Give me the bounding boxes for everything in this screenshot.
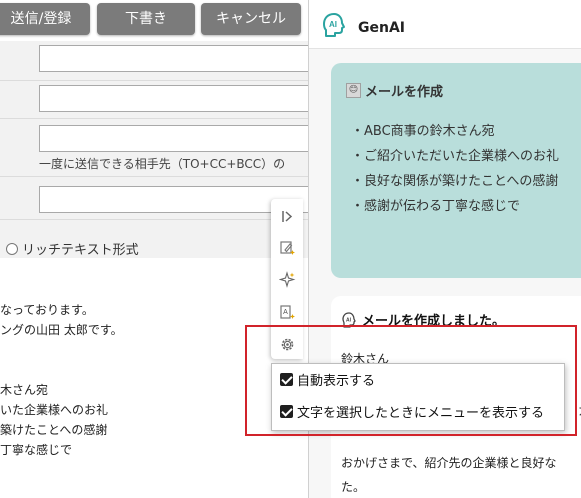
prompt-title-text: メールを作成 [365, 85, 444, 100]
ai-icon-text: AI [346, 317, 352, 323]
ai-head-logo-icon: AI [323, 13, 345, 37]
cc-field[interactable] [39, 85, 319, 112]
email-body-line: 築けたことへの感謝 [0, 423, 108, 437]
prompt-bullet: ・良好な関係が築けたことへの感謝 [351, 174, 559, 189]
email-body-line [0, 340, 123, 360]
settings-menu: 自動表示する 文字を選択したときにメニューを表示する [271, 363, 565, 431]
send-register-button[interactable]: 送信/登録 [0, 3, 90, 35]
prompt-title: 😊 メールを作成 [346, 81, 443, 100]
format-radio-richtext[interactable]: リッチテキスト形式 [6, 239, 139, 258]
response-line: た。 [341, 480, 366, 494]
translate-icon[interactable]: A [279, 304, 296, 321]
form-divider [0, 118, 310, 119]
email-body-line: なっております。 [0, 303, 94, 317]
radio-button[interactable] [6, 242, 18, 255]
prompt-bullet: ・感謝が伝わる丁寧な感じで [351, 199, 521, 214]
user-prompt-card: 😊 メールを作成 ・ABC商事の鈴木さん宛 ・ご紹介いただいた企業様へのお礼 ・… [331, 63, 581, 278]
draft-button[interactable]: 下書き [97, 3, 195, 35]
email-body-line: いた企業様へのお礼 [0, 403, 109, 417]
email-body-editor[interactable]: なっております。 ングの山田 太郎です。 木さん宛 いた企業様へのお礼 築けたこ… [0, 300, 123, 460]
show-menu-on-select-label: 文字を選択したときにメニューを表示する [297, 406, 545, 421]
response-line: おかげさまで、紹介先の企業様と良好な [341, 456, 557, 470]
ai-logo-text: AI [329, 20, 337, 29]
auto-display-label: 自動表示する [297, 374, 376, 389]
format-radio-label: リッチテキスト形式 [22, 243, 139, 258]
gear-icon[interactable] [279, 336, 296, 353]
auto-display-checkbox[interactable] [280, 373, 293, 386]
ai-head-small-icon: AI [342, 311, 356, 328]
prompt-bullet-list: ・ABC商事の鈴木さん宛 ・ご紹介いただいた企業様へのお礼 ・良好な関係が築けた… [351, 120, 559, 220]
genai-toolbar-strip: A [271, 199, 303, 359]
to-field[interactable] [39, 45, 319, 72]
form-divider [0, 219, 310, 220]
email-body-line: 木さん宛 [0, 383, 49, 397]
prompt-bullet: ・ご紹介いただいた企業様へのお礼 [351, 149, 560, 164]
show-menu-on-select-option[interactable]: 文字を選択したときにメニューを表示する [280, 402, 544, 421]
composer-toolbar: 送信/登録 下書き キャンセル [0, 0, 310, 41]
show-menu-on-select-checkbox[interactable] [280, 405, 293, 418]
emoji-icon: 😊 [346, 83, 361, 98]
recipient-limit-hint: 一度に送信できる相手先（TO+CC+BCC）の [39, 157, 286, 171]
auto-display-option[interactable]: 自動表示する [280, 370, 375, 389]
response-title-text: メールを作成しました。 [362, 314, 506, 329]
sparkle-icon[interactable] [279, 271, 296, 288]
svg-text:A: A [283, 309, 288, 316]
form-divider [0, 80, 310, 81]
edit-sparkle-icon[interactable] [279, 239, 296, 256]
email-body-line: ングの山田 太郎です。 [0, 323, 123, 337]
panel-title: GenAI [358, 20, 405, 36]
cancel-button[interactable]: キャンセル [201, 3, 301, 35]
collapse-panel-icon[interactable] [279, 208, 296, 225]
email-header-form [0, 41, 319, 258]
genai-panel-header: AI GenAI [309, 0, 581, 49]
bcc-field[interactable] [39, 125, 319, 152]
response-title: AI メールを作成しました。 [341, 310, 505, 329]
form-divider [0, 176, 310, 177]
email-body-line [0, 360, 123, 380]
email-body-line: 丁寧な感じで [0, 443, 73, 457]
prompt-bullet: ・ABC商事の鈴木さん宛 [351, 124, 495, 139]
